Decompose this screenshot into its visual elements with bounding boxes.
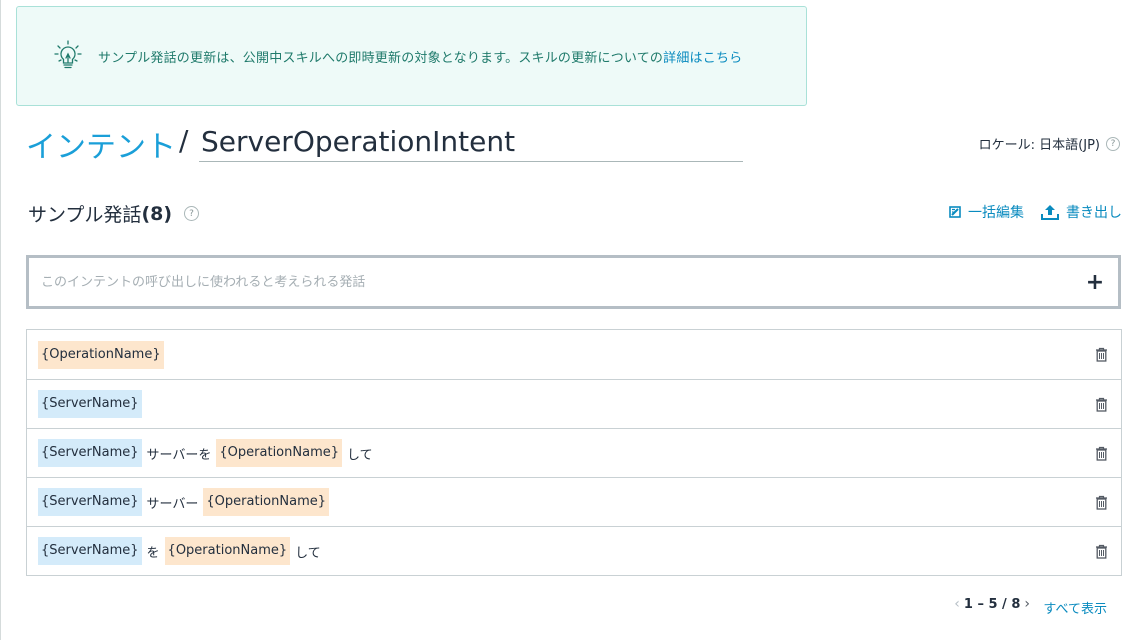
prev-page-button[interactable]: ‹ — [954, 596, 960, 612]
sample-utterances-heading: サンプル発話 (8) ? — [28, 200, 200, 227]
utterance-row[interactable]: {ServerName} — [27, 379, 1121, 428]
add-utterance-button[interactable]: + — [1072, 270, 1118, 295]
notice-banner: サンプル発話の更新は、公開中スキルへの即時更新の対象となります。スキルの更新につ… — [16, 6, 807, 106]
utterance-row[interactable]: {ServerName} サーバー {OperationName} — [27, 477, 1121, 526]
breadcrumb-intents-link[interactable]: インテント — [26, 122, 176, 166]
slot-chip[interactable]: {ServerName} — [38, 390, 142, 418]
add-utterance-input[interactable] — [29, 258, 1072, 306]
utterance-text: を — [146, 545, 160, 561]
notice-text: サンプル発話の更新は、公開中スキルへの即時更新の対象となります。スキルの更新につ… — [98, 47, 742, 66]
utterance-row[interactable]: {OperationName} — [27, 330, 1121, 379]
utterance-text: サーバー — [146, 496, 199, 512]
delete-utterance-icon[interactable] — [1095, 446, 1108, 465]
export-button[interactable]: 書き出し — [1040, 202, 1122, 222]
slot-chip[interactable]: {ServerName} — [38, 488, 142, 516]
slot-chip[interactable]: {OperationName} — [164, 537, 291, 565]
delete-utterance-icon[interactable] — [1095, 397, 1108, 416]
upload-icon — [1041, 205, 1059, 220]
lightbulb-icon — [51, 37, 85, 75]
export-label: 書き出し — [1066, 205, 1122, 221]
utterance-count: (8) — [141, 202, 173, 225]
section-actions: 一括編集 書き出し — [948, 202, 1122, 222]
slot-chip[interactable]: {ServerName} — [38, 537, 142, 565]
utterance-text: して — [347, 447, 373, 463]
delete-utterance-icon[interactable] — [1095, 544, 1108, 563]
title-row: インテント / ロケール: 日本語(JP) ? — [26, 118, 1126, 166]
utterance-table: {OperationName} {ServerName} {ServerName} サ… — [26, 329, 1122, 576]
locale-label: ロケール: 日本語(JP) — [978, 138, 1100, 153]
page-left-border — [0, 0, 1, 640]
slot-chip[interactable]: {OperationName} — [38, 340, 164, 369]
delete-utterance-icon[interactable] — [1095, 347, 1108, 366]
breadcrumb-separator: / — [179, 124, 189, 157]
pagination: ‹ 1 – 5 / 8 › — [954, 596, 1030, 612]
utterance-row[interactable]: {ServerName} サーバーを {OperationName} して — [27, 428, 1121, 477]
page-range: 1 – 5 / 8 — [963, 596, 1021, 612]
bulk-edit-icon — [949, 206, 961, 218]
utterance-row[interactable]: {ServerName} を {OperationName} して — [27, 526, 1121, 575]
intent-name-field[interactable] — [199, 118, 743, 162]
section-title: サンプル発話 — [28, 204, 142, 226]
slot-chip[interactable]: {ServerName} — [38, 439, 142, 467]
bulk-edit-label: 一括編集 — [968, 205, 1024, 221]
delete-utterance-icon[interactable] — [1095, 495, 1108, 514]
slot-chip[interactable]: {OperationName} — [216, 439, 342, 467]
next-page-button[interactable]: › — [1024, 596, 1030, 612]
slot-chip[interactable]: {OperationName} — [203, 488, 329, 516]
locale-indicator: ロケール: 日本語(JP) ? — [979, 134, 1120, 153]
show-all-link[interactable]: すべて表示 — [1043, 598, 1107, 617]
add-utterance-box: + — [26, 255, 1121, 309]
bulk-edit-button[interactable]: 一括編集 — [948, 202, 1024, 222]
utterance-text: して — [295, 545, 321, 561]
locale-help-icon[interactable]: ? — [1106, 136, 1120, 151]
section-help-icon[interactable]: ? — [184, 206, 200, 221]
utterance-text: サーバーを — [146, 447, 212, 463]
notice-message: サンプル発話の更新は、公開中スキルへの即時更新の対象となります。スキルの更新につ… — [98, 50, 664, 66]
notice-details-link[interactable]: 詳細はこちら — [663, 51, 742, 66]
